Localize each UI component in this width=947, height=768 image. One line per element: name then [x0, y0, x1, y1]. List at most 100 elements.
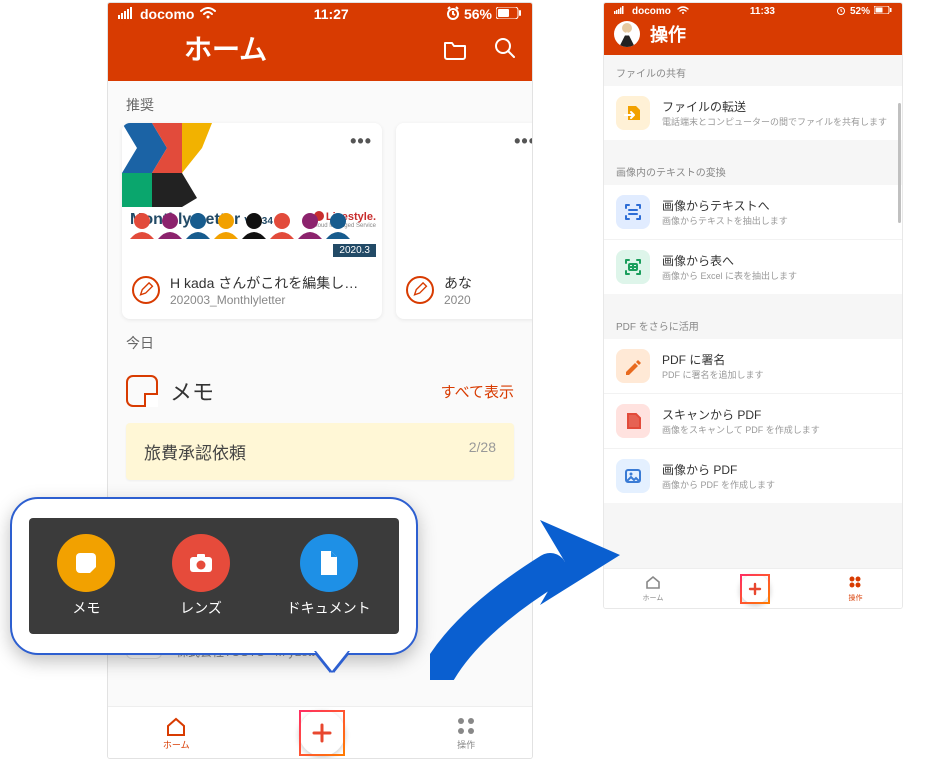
card-edit-line: あな [444, 273, 472, 293]
action-subtitle: PDF に署名を追加します [662, 368, 764, 381]
home-icon [645, 574, 661, 592]
suggested-card[interactable]: ••• あな 2020 [396, 123, 532, 319]
document-icon [300, 534, 358, 592]
action-title: 画像からテキストへ [662, 197, 788, 214]
section-suggested-label: 推奨 [108, 81, 532, 123]
alarm-icon [446, 6, 460, 23]
scrollbar[interactable] [898, 103, 901, 223]
create-item-label: メモ [72, 598, 100, 618]
carrier-label: docomo [140, 6, 194, 22]
battery-label: 56% [464, 6, 492, 22]
signal-icon [118, 6, 134, 22]
action-title: 画像から PDF [662, 461, 775, 478]
action-image-pdf[interactable]: 画像から PDF 画像から PDF を作成します [604, 448, 902, 503]
header-bar: ホーム [108, 25, 532, 81]
memo-icon [126, 375, 158, 407]
status-bar: docomo 11:27 56% [108, 3, 532, 25]
battery-label: 52% [850, 6, 870, 17]
thumb-silhouettes [122, 211, 382, 239]
avatar[interactable] [614, 21, 640, 47]
tab-home[interactable]: ホーム [163, 715, 190, 751]
edit-icon [132, 276, 160, 304]
action-image-to-table[interactable]: 画像から表へ 画像から Excel に表を抽出します [604, 239, 902, 294]
action-sign-pdf[interactable]: PDF に署名 PDF に署名を追加します [604, 339, 902, 393]
card-thumbnail: ••• [396, 123, 532, 263]
card-filename: 202003_Monthlyletter [170, 293, 358, 307]
create-fab[interactable] [299, 710, 345, 756]
sign-icon [616, 349, 650, 383]
tab-label: 操作 [848, 593, 862, 603]
battery-icon [874, 6, 892, 17]
memo-icon [57, 534, 115, 592]
tab-label: ホーム [643, 593, 664, 603]
more-icon[interactable]: ••• [514, 131, 532, 152]
create-memo-button[interactable]: メモ [57, 534, 115, 618]
clock-label: 11:33 [750, 6, 775, 17]
memo-show-all-button[interactable]: すべて表示 [441, 381, 514, 402]
card-thumbnail: ••• Monthly LetterVol.34 Livestyl [122, 123, 382, 263]
folder-icon[interactable] [442, 35, 468, 61]
memo-header: メモ すべて表示 [108, 361, 532, 413]
status-bar: docomo 11:33 52% [604, 3, 902, 19]
action-transfer[interactable]: ファイルの転送 電話端末とコンピューターの間でファイルを共有します [604, 86, 902, 140]
edit-icon [406, 276, 434, 304]
action-subtitle: 画像からテキストを抽出します [662, 214, 788, 227]
tab-ops[interactable]: 操作 [847, 574, 863, 603]
group-label-ocr: 画像内のテキストの変換 [604, 154, 902, 185]
apps-icon [455, 715, 477, 737]
action-image-to-text[interactable]: 画像からテキストへ 画像からテキストを抽出します [604, 185, 902, 239]
search-icon[interactable] [492, 35, 518, 61]
action-title: スキャンから PDF [662, 406, 820, 423]
action-subtitle: 画像をスキャンして PDF を作成します [662, 423, 820, 436]
home-icon [165, 715, 187, 737]
ocr-text-icon [616, 195, 650, 229]
create-fab[interactable] [740, 574, 770, 604]
action-scan-pdf[interactable]: スキャンから PDF 画像をスキャンして PDF を作成します [604, 393, 902, 448]
suggested-card[interactable]: ••• Monthly LetterVol.34 Livestyl [122, 123, 382, 319]
group-label-pdf: PDF をさらに活用 [604, 308, 902, 339]
signal-icon [614, 6, 626, 17]
clock-label: 11:27 [314, 6, 349, 22]
card-edit-line: H kada さんがこれを編集し… [170, 273, 358, 293]
tab-bar: ホーム 操作 [604, 568, 902, 608]
create-item-label: レンズ [180, 598, 222, 618]
wifi-icon [677, 6, 689, 17]
avatar[interactable] [122, 24, 170, 72]
action-title: PDF に署名 [662, 351, 764, 368]
tab-label: 操作 [457, 738, 475, 751]
memo-note[interactable]: 旅費承認依頼 2/28 [126, 423, 514, 480]
wifi-icon [200, 6, 216, 22]
memo-note-title: 旅費承認依頼 [144, 439, 246, 464]
tab-ops[interactable]: 操作 [455, 715, 477, 751]
memo-note-date: 2/28 [469, 439, 496, 464]
create-lens-button[interactable]: レンズ [172, 534, 230, 618]
actions-body: ファイルの共有 ファイルの転送 電話端末とコンピューターの間でファイルを共有しま… [604, 55, 902, 568]
action-subtitle: 画像から PDF を作成します [662, 478, 775, 491]
create-item-label: ドキュメント [287, 598, 371, 618]
section-today-label: 今日 [108, 319, 532, 361]
group-label-share: ファイルの共有 [604, 55, 902, 86]
alarm-icon [836, 5, 846, 18]
create-popover: メモ レンズ ドキュメント [10, 497, 418, 655]
tab-label: ホーム [163, 738, 190, 751]
phone-right: docomo 11:33 52% 操作 ファイルの共有 ファ [604, 3, 902, 608]
camera-icon [172, 534, 230, 592]
action-subtitle: 電話端末とコンピューターの間でファイルを共有します [662, 115, 887, 128]
memo-title: メモ [170, 375, 429, 407]
image-icon [616, 459, 650, 493]
action-title: ファイルの転送 [662, 98, 887, 115]
transfer-icon [616, 96, 650, 130]
battery-icon [496, 6, 522, 22]
action-title: 画像から表へ [662, 252, 797, 269]
suggested-cards: ••• Monthly LetterVol.34 Livestyl [108, 123, 532, 319]
action-subtitle: 画像から Excel に表を抽出します [662, 269, 797, 282]
tab-bar: ホーム 操作 [108, 706, 532, 758]
thumb-date: 2020.3 [333, 244, 376, 257]
thumbnail-art [122, 123, 382, 263]
page-title: ホーム [184, 28, 442, 68]
apps-icon [847, 574, 863, 592]
tab-home[interactable]: ホーム [643, 574, 664, 603]
create-document-button[interactable]: ドキュメント [287, 534, 371, 618]
carrier-label: docomo [632, 6, 671, 17]
page-title: 操作 [650, 21, 892, 47]
